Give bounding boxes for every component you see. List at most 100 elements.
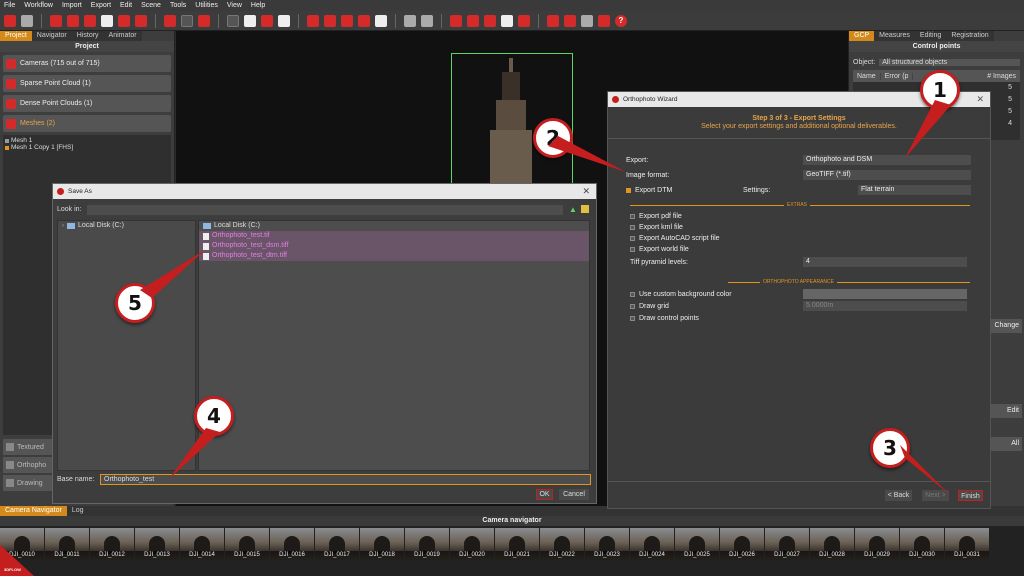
close-icon[interactable]: ✕ [582, 186, 590, 197]
mesh-icon[interactable] [84, 14, 96, 27]
camera-thumbnail[interactable]: DJI_0021 [495, 528, 540, 560]
camera-thumbnail[interactable]: DJI_0020 [450, 528, 495, 560]
tab-navigator[interactable]: Navigator [31, 31, 72, 41]
list-item[interactable]: Orthophoto_test.tif [199, 231, 589, 241]
tab-log[interactable]: Log [66, 506, 89, 516]
export-world-checkbox[interactable] [630, 246, 635, 252]
bg-color-picker[interactable] [803, 289, 967, 299]
camera-thumbnail[interactable]: DJI_0024 [630, 528, 675, 560]
camera-thumbnail[interactable]: DJI_0017 [315, 528, 360, 560]
export-autocad-checkbox[interactable] [630, 235, 635, 241]
shape-icon[interactable] [375, 14, 387, 27]
camera-thumbnail[interactable]: DJI_0026 [720, 528, 765, 560]
menu-help[interactable]: Help [251, 2, 265, 9]
camera-thumbnail[interactable]: DJI_0013 [135, 528, 180, 560]
menu-import[interactable]: Import [62, 2, 82, 9]
export-select[interactable]: Orthophoto and DSM [803, 155, 971, 165]
column-header[interactable]: Error (p [881, 72, 914, 80]
camera-thumbnail[interactable]: DJI_0027 [765, 528, 810, 560]
camera-thumbnail[interactable]: DJI_0025 [675, 528, 720, 560]
draw-grid-checkbox[interactable] [630, 303, 635, 309]
expand-icon[interactable]: › [62, 221, 64, 231]
box-icon[interactable] [581, 14, 593, 27]
export-kml-checkbox[interactable] [630, 224, 635, 230]
point-icon[interactable] [181, 14, 193, 27]
measure-icon[interactable] [501, 14, 513, 27]
camera-thumbnail[interactable]: DJI_0018 [360, 528, 405, 560]
settings-select[interactable]: Flat terrain [858, 185, 971, 195]
wireframe-icon[interactable] [244, 14, 256, 27]
grid-size-spinbox[interactable]: 5.0000m [803, 301, 967, 311]
lasso-icon[interactable] [324, 14, 336, 27]
list-item[interactable]: Local Disk (C:) [199, 221, 589, 231]
camera-thumbnail[interactable]: DJI_0015 [225, 528, 270, 560]
menu-workflow[interactable]: Workflow [24, 2, 53, 9]
ortho-icon[interactable] [118, 14, 130, 27]
select-icon[interactable] [307, 14, 319, 27]
new-folder-icon[interactable] [581, 205, 589, 213]
column-header[interactable]: # Images [983, 73, 1020, 80]
camera-thumbnail[interactable]: DJI_0014 [180, 528, 225, 560]
crop-icon[interactable] [450, 14, 462, 27]
redo-icon[interactable] [421, 14, 433, 27]
list-item[interactable]: Mesh 1 Copy 1 [FHS] [5, 144, 169, 151]
tab-animator[interactable]: Animator [103, 31, 142, 41]
tab-camera-navigator[interactable]: Camera Navigator [0, 506, 67, 516]
texture-icon[interactable] [101, 14, 113, 27]
camera-thumbnail[interactable]: DJI_0028 [810, 528, 855, 560]
up-folder-icon[interactable]: ▲ [569, 205, 577, 214]
tree-item[interactable]: › Local Disk (C:) [58, 221, 195, 231]
change-button[interactable]: Change [987, 319, 1022, 333]
rotate-icon[interactable] [164, 14, 176, 27]
sparse-cloud-item[interactable]: Sparse Point Cloud (1) [3, 75, 171, 92]
custom-bg-checkbox[interactable] [630, 291, 635, 297]
meshes-item[interactable]: Meshes (2) [3, 115, 171, 132]
cancel-button[interactable]: Cancel [559, 489, 589, 500]
close-icon[interactable]: ✕ [976, 94, 984, 105]
new-project-icon[interactable] [4, 14, 16, 27]
triangle-icon[interactable] [227, 14, 239, 27]
object-select[interactable]: All structured objects [879, 58, 1020, 66]
camera-thumbnail[interactable]: DJI_0022 [540, 528, 585, 560]
box-select-icon[interactable] [341, 14, 353, 27]
camera-thumbnail[interactable]: DJI_0011 [45, 528, 90, 560]
draw-control-points-checkbox[interactable] [630, 315, 635, 321]
tiff-pyramid-spinbox[interactable]: 4 [803, 257, 967, 267]
all-button[interactable]: All [987, 437, 1022, 451]
menu-utilities[interactable]: Utilities [195, 2, 218, 9]
tab-measures[interactable]: Measures [874, 31, 915, 41]
base-name-input[interactable]: Orthophoto_test [100, 474, 591, 485]
tab-registration[interactable]: Registration [946, 31, 994, 41]
camera-thumbnail[interactable]: DJI_0016 [270, 528, 315, 560]
dense-cloud-icon[interactable] [67, 14, 79, 27]
menu-edit[interactable]: Edit [120, 2, 132, 9]
cube-red-icon[interactable] [598, 14, 610, 27]
menu-scene[interactable]: Scene [141, 2, 161, 9]
camera-thumbnail[interactable]: DJI_0030 [900, 528, 945, 560]
tab-gcp[interactable]: GCP [849, 31, 875, 41]
look-in-select[interactable] [87, 205, 563, 215]
transform-icon[interactable] [467, 14, 479, 27]
camera-thumbnail[interactable]: DJI_0019 [405, 528, 450, 560]
camera-thumbnail[interactable]: DJI_0031 [945, 528, 990, 560]
menu-view[interactable]: View [227, 2, 242, 9]
image-format-select[interactable]: GeoTIFF (*.tif) [803, 170, 971, 180]
tab-editing[interactable]: Editing [914, 31, 947, 41]
list-item[interactable]: Orthophoto_test_dtm.tiff [199, 251, 589, 261]
brush-icon[interactable] [278, 14, 290, 27]
undo-icon[interactable] [404, 14, 416, 27]
list-item[interactable]: Orthophoto_test_dsm.tiff [199, 241, 589, 251]
cameras-item[interactable]: Cameras (715 out of 715) [3, 55, 171, 72]
camera-icon[interactable] [135, 14, 147, 27]
code-icon[interactable] [547, 14, 559, 27]
edit-button[interactable]: Edit [987, 404, 1022, 418]
cube-icon[interactable] [358, 14, 370, 27]
next-button[interactable]: Next > [922, 490, 949, 501]
help-icon[interactable]: ? [615, 14, 627, 27]
tab-project[interactable]: Project [0, 31, 32, 41]
shapes-icon[interactable] [198, 14, 210, 27]
list-item[interactable]: Mesh 1 [5, 137, 169, 144]
camera-thumbnail[interactable]: DJI_0023 [585, 528, 630, 560]
menu-tools[interactable]: Tools [170, 2, 186, 9]
back-button[interactable]: < Back [885, 490, 912, 501]
